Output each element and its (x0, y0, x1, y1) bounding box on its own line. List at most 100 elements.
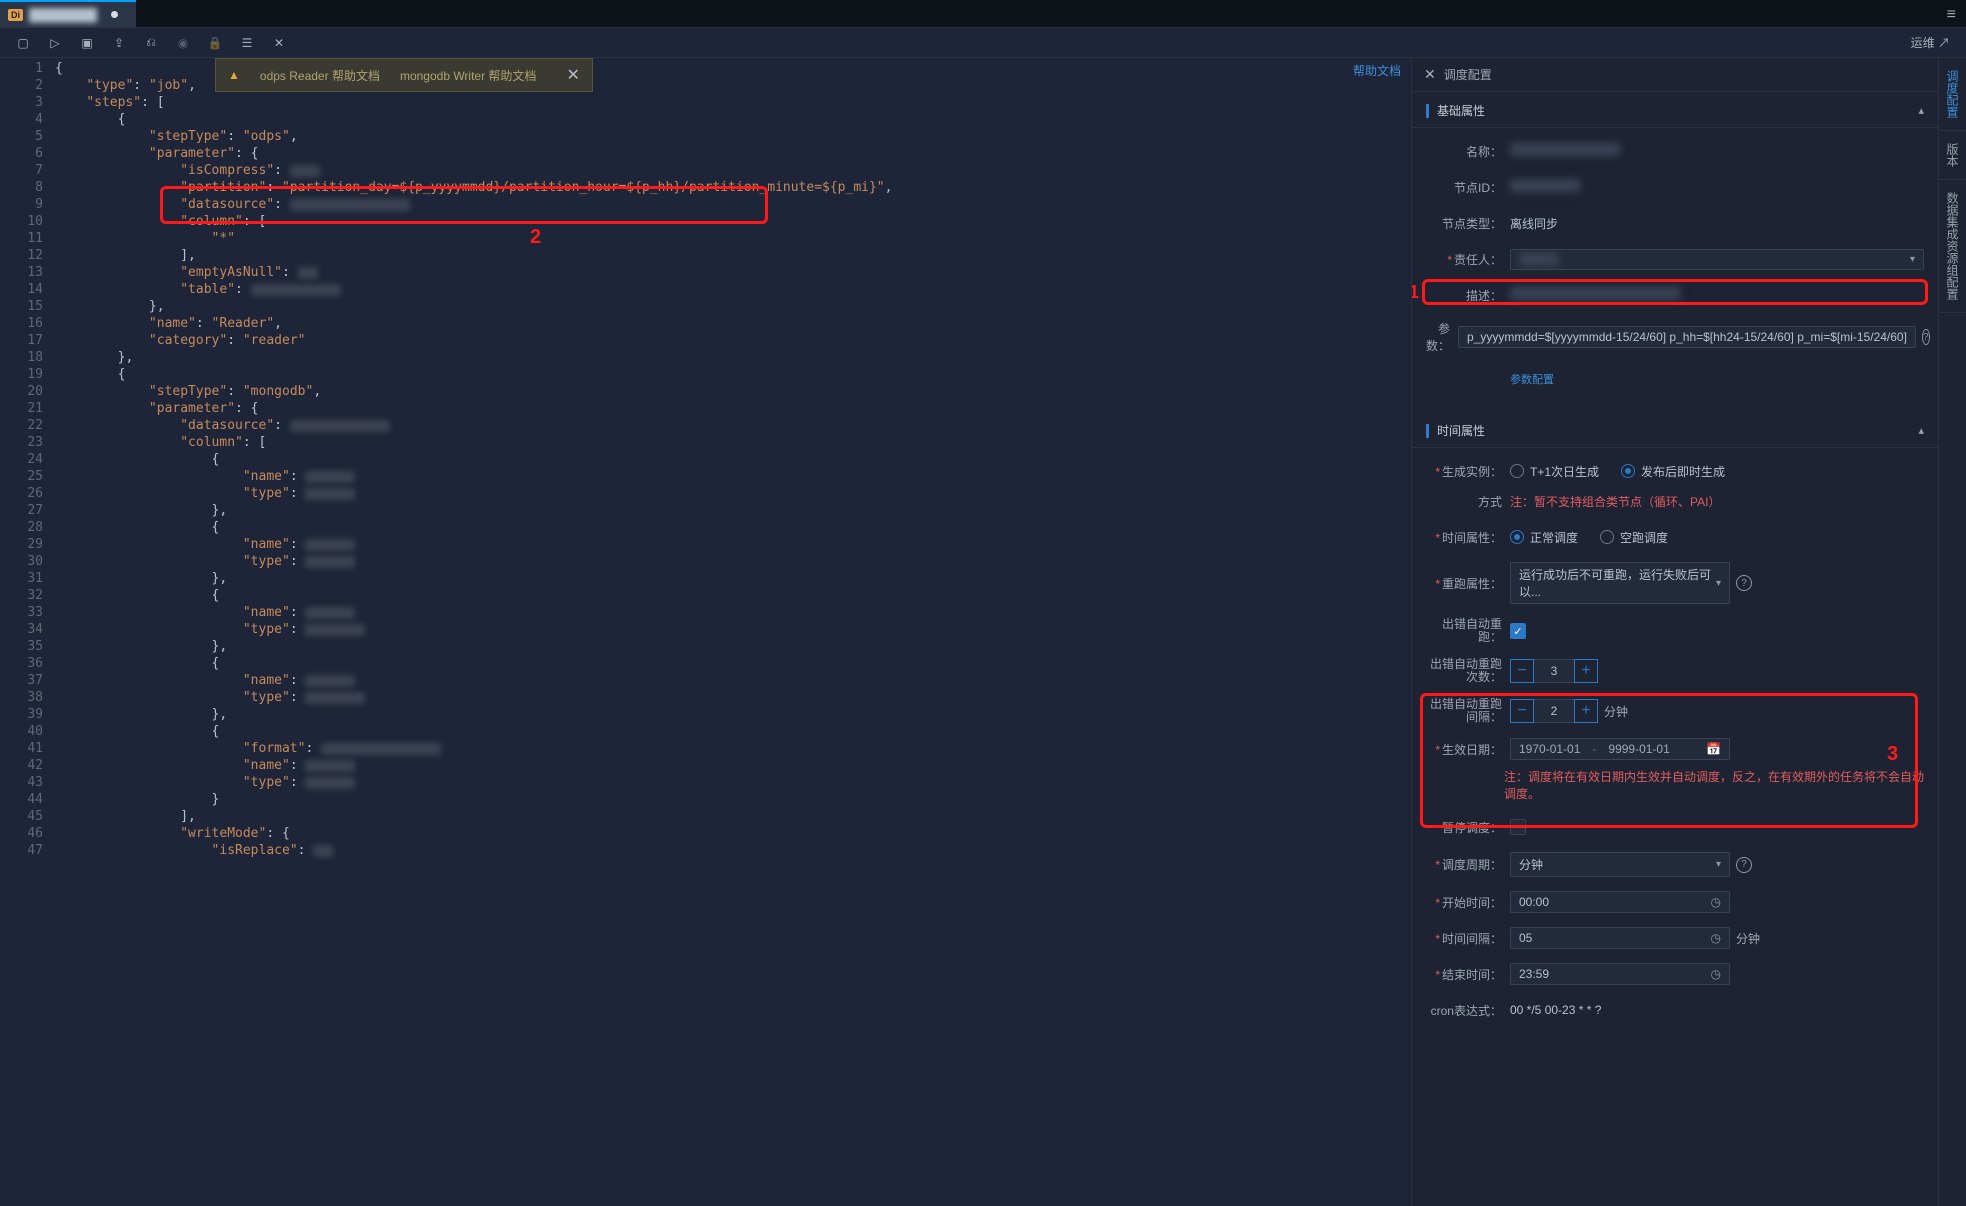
cycle-label: *调度周期： (1426, 856, 1510, 873)
desc-value (1510, 287, 1680, 300)
help-icon[interactable]: ? (1736, 575, 1752, 591)
upload-icon[interactable]: ⇪ (104, 31, 134, 55)
main-split: ▲ odps Reader 帮助文档 mongodb Writer 帮助文档 ✕… (0, 58, 1966, 1206)
minus-icon[interactable]: − (1510, 699, 1534, 723)
help-icon[interactable]: ? (1736, 857, 1752, 873)
format-icon[interactable]: ⎌ (136, 31, 166, 55)
start-time-input[interactable]: 00:00 ◷ (1510, 891, 1730, 913)
interval-label: *时间间隔： (1426, 930, 1510, 947)
wrench-icon[interactable]: ✕ (264, 31, 294, 55)
right-side-tabs: 调度配置 版本 数据集成资源组配置 (1938, 58, 1966, 1206)
minus-icon[interactable]: − (1510, 659, 1534, 683)
schedule-panel-body: ✕ 调度配置 基础属性 ▴ 名称： 节点ID： 节点类型： 离 (1412, 58, 1938, 1206)
tab-schedule-config[interactable]: 调度配置 (1939, 58, 1966, 131)
reader-help-link[interactable]: odps Reader 帮助文档 (260, 67, 380, 84)
node-id-value (1510, 179, 1580, 192)
save-icon[interactable]: ▢ (8, 31, 38, 55)
chevron-down-icon: ▾ (1716, 578, 1721, 589)
toolbar: ▢ ▷ ▣ ⇪ ⎌ ◉ 🔒 ☰ ✕ 运维 ↗ (0, 28, 1966, 58)
effective-date-label: *生效日期： (1426, 741, 1510, 758)
warning-icon: ▲ (228, 68, 240, 82)
code-editor-pane: ▲ odps Reader 帮助文档 mongodb Writer 帮助文档 ✕… (0, 58, 1411, 1206)
tab-version[interactable]: 版本 (1939, 131, 1966, 180)
pause-label: 暂停调度： (1426, 819, 1510, 836)
lock-icon[interactable]: 🔒 (200, 31, 230, 55)
chevron-up-icon[interactable]: ▴ (1918, 424, 1924, 437)
time-section-header[interactable]: 时间属性 ▴ (1412, 412, 1938, 448)
panel-header: ✕ 调度配置 (1412, 58, 1938, 92)
gen-mode-sub-label: 方式 (1426, 493, 1510, 510)
plus-icon[interactable]: + (1574, 659, 1598, 683)
plus-icon[interactable]: + (1574, 699, 1598, 723)
section-bar-icon (1426, 104, 1429, 118)
code-lines[interactable]: { "type": "job", "steps": [ { "stepType"… (55, 58, 1411, 1206)
cron-value: 00 */5 00-23 * * ? (1510, 1003, 1924, 1017)
start-time-label: *开始时间： (1426, 894, 1510, 911)
basic-section-header[interactable]: 基础属性 ▴ (1412, 92, 1938, 128)
rerun-interval-stepper[interactable]: − 2 + (1510, 699, 1598, 723)
help-banner: ▲ odps Reader 帮助文档 mongodb Writer 帮助文档 ✕ (215, 58, 593, 92)
rerun-count-label: 出错自动重跑次数： (1426, 658, 1510, 684)
annotation-number-3: 3 (1887, 743, 1898, 766)
help-icon[interactable]: ? (1922, 329, 1930, 345)
section-title-basic: 基础属性 (1437, 102, 1485, 119)
close-icon[interactable]: ✕ (566, 65, 579, 85)
ops-link[interactable]: 运维 ↗ (1903, 34, 1958, 51)
annotation-number-2: 2 (530, 226, 541, 249)
rerun-select[interactable]: 运行成功后不可重跑，运行失败后可以... ▾ (1510, 562, 1730, 604)
minutes-suffix: 分钟 (1604, 703, 1628, 720)
radio-t1-next-day[interactable]: T+1次日生成 (1510, 463, 1599, 480)
annotation-number-1: 1 (1412, 282, 1419, 303)
auto-rerun-checkbox[interactable]: ✓ (1510, 623, 1526, 639)
cycle-select[interactable]: 分钟 ▾ (1510, 852, 1730, 877)
di-badge-icon: Di (8, 9, 23, 21)
modified-indicator-icon (111, 11, 118, 18)
pause-checkbox[interactable] (1510, 819, 1526, 835)
section-title-time: 时间属性 (1437, 422, 1485, 439)
cron-label: cron表达式： (1426, 1002, 1510, 1019)
code-editor[interactable]: 1234567891011121314151617181920212223242… (0, 58, 1411, 1206)
stop-icon[interactable]: ◉ (168, 31, 198, 55)
desc-label: 描述： (1426, 287, 1510, 304)
writer-help-link[interactable]: mongodb Writer 帮助文档 (400, 67, 536, 84)
chevron-up-icon[interactable]: ▴ (1918, 104, 1924, 117)
clock-icon: ◷ (1711, 895, 1721, 909)
radio-dry-run[interactable]: 空跑调度 (1600, 529, 1668, 546)
auto-rerun-label: 出错自动重跑： (1426, 618, 1510, 644)
lineage-icon[interactable]: ☰ (232, 31, 262, 55)
tab-file-name: ████████ (29, 8, 97, 22)
params-config-link[interactable]: 参数配置 (1510, 371, 1554, 387)
interval-input[interactable]: 05 ◷ (1510, 927, 1730, 949)
clock-icon: ◷ (1711, 931, 1721, 945)
effective-date-range[interactable]: 1970-01-01 - 9999-01-01 📅 (1510, 738, 1730, 760)
help-doc-link[interactable]: 帮助文档 (1353, 62, 1401, 79)
run-dev-icon[interactable]: ▣ (72, 31, 102, 55)
effective-date-note: 注：调度将在有效日期内生效并自动调度，反之，在有效期外的任务将不会自动调度。 (1504, 768, 1924, 802)
time-section: *生成实例： T+1次日生成 发布后即时生成 方式 注：暂不支持组合类节点（循环… (1412, 448, 1938, 1043)
panel-close-icon[interactable]: ✕ (1424, 66, 1436, 83)
owner-select[interactable]: ▾ (1510, 249, 1924, 270)
tab-resource-config[interactable]: 数据集成资源组配置 (1939, 180, 1966, 313)
panel-title: 调度配置 (1444, 66, 1492, 83)
radio-publish-immediate[interactable]: 发布后即时生成 (1621, 463, 1725, 480)
radio-normal-schedule[interactable]: 正常调度 (1510, 529, 1578, 546)
gen-instance-note: 注：暂不支持组合类节点（循环、PAI） (1510, 493, 1720, 510)
section-bar-icon (1426, 424, 1429, 438)
time-attr-label: *时间属性： (1426, 529, 1510, 546)
chevron-down-icon: ▾ (1716, 859, 1721, 870)
name-value (1510, 143, 1620, 156)
file-tab[interactable]: Di ████████ (0, 0, 136, 27)
end-time-input[interactable]: 23:59 ◷ (1510, 963, 1730, 985)
rerun-count-stepper[interactable]: − 3 + (1510, 659, 1598, 683)
top-tab-bar: Di ████████ ≡ (0, 0, 1966, 28)
node-type-label: 节点类型： (1426, 215, 1510, 232)
params-input[interactable]: p_yyyymmdd=$[yyyymmdd-15/24/60] p_hh=$[h… (1458, 326, 1916, 348)
clock-icon: ◷ (1711, 967, 1721, 981)
chevron-down-icon: ▾ (1910, 254, 1915, 265)
menu-icon[interactable]: ≡ (1937, 0, 1966, 27)
owner-label: *责任人： (1426, 251, 1510, 268)
name-label: 名称： (1426, 143, 1510, 160)
node-type-value: 离线同步 (1510, 215, 1924, 232)
gen-instance-label: *生成实例： (1426, 463, 1510, 480)
play-icon[interactable]: ▷ (40, 31, 70, 55)
